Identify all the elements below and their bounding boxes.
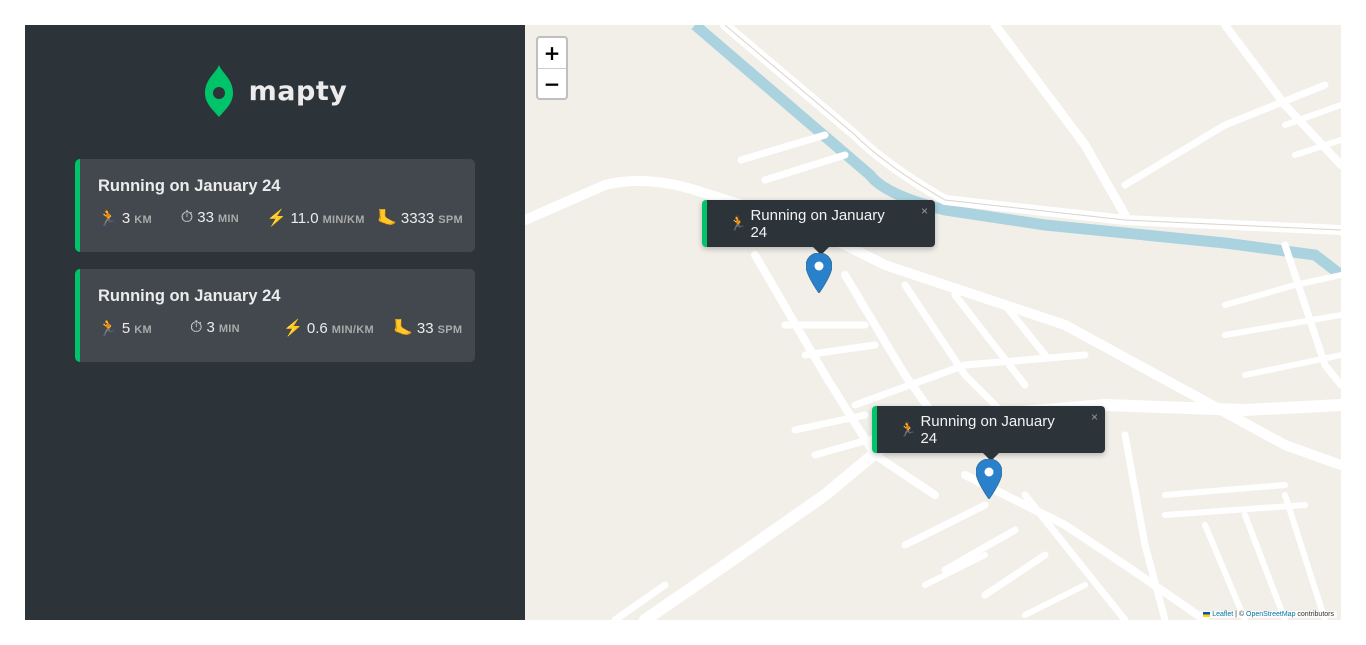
distance-value: 5 — [121, 320, 131, 337]
cadence-value: 3333 — [400, 210, 435, 227]
workout-cadence: 🦶 3333 SPM — [377, 208, 463, 228]
distance-value: 3 — [121, 210, 131, 227]
map-pin-logo-icon — [204, 65, 233, 117]
pace-value: 0.6 — [306, 320, 328, 337]
workout-title: Running on January 24 — [98, 177, 281, 195]
pace-unit: MIN/KM — [322, 214, 365, 226]
map-marker-icon[interactable] — [806, 253, 832, 293]
lightning-icon: ⚡ — [283, 320, 303, 337]
duration-unit: MIN — [217, 213, 240, 225]
attribution-separator: | © — [1233, 611, 1247, 618]
osm-link[interactable]: OpenStreetMap — [1246, 611, 1295, 618]
pace-unit: MIN/KM — [331, 324, 374, 336]
zoom-out-button[interactable]: − — [538, 68, 566, 98]
duration-value: 3 — [206, 319, 215, 336]
workout-pace: ⚡ 0.6 MIN/KM — [283, 318, 393, 338]
stopwatch-icon: ⏱ — [190, 319, 203, 336]
zoom-control: + − — [536, 36, 568, 100]
sidebar: mapty Running on January 24 🏃 3 KM ⏱ 33 … — [25, 25, 525, 620]
foot-icon: 🦶 — [376, 210, 397, 227]
leaflet-link[interactable]: Leaflet — [1212, 611, 1233, 618]
runner-icon: 🏃 — [899, 421, 917, 437]
app-container: mapty Running on January 24 🏃 3 KM ⏱ 33 … — [25, 25, 1341, 620]
runner-icon: 🏃 — [98, 210, 118, 227]
workout-distance: 🏃 3 KM — [98, 208, 181, 228]
runner-icon: 🏃 — [729, 215, 747, 231]
map-tiles[interactable] — [525, 25, 1341, 620]
distance-unit: KM — [134, 324, 152, 336]
foot-icon: 🦶 — [393, 320, 413, 337]
map-attribution: Leaflet | © OpenStreetMap contributors — [1200, 611, 1337, 618]
workout-card[interactable]: Running on January 24 🏃 3 KM ⏱ 33 MIN ⚡ … — [75, 159, 475, 252]
ukraine-flag-icon — [1203, 611, 1211, 617]
workout-card[interactable]: Running on January 24 🏃 5 KM ⏱ 3 MIN ⚡ 0… — [75, 269, 475, 362]
cadence-unit: SPM — [438, 214, 463, 226]
workout-distance: 🏃 5 KM — [98, 318, 190, 338]
distance-unit: KM — [134, 214, 152, 226]
duration-unit: MIN — [218, 323, 240, 335]
popup-close-button[interactable]: × — [921, 204, 928, 218]
logo-text: mapty — [248, 75, 348, 107]
map[interactable]: + − 🏃 Running on January 24 × 🏃 Running … — [525, 25, 1341, 620]
workout-cadence: 🦶 33 SPM — [393, 318, 462, 338]
cadence-value: 33 — [416, 320, 434, 337]
duration-value: 33 — [197, 209, 214, 226]
workout-popup[interactable]: 🏃 Running on January 24 × — [872, 406, 1105, 461]
logo: mapty — [75, 65, 475, 117]
map-marker-icon[interactable] — [976, 459, 1002, 499]
workout-popup[interactable]: 🏃 Running on January 24 × — [702, 200, 935, 255]
workout-pace: ⚡ 11.0 MIN/KM — [267, 208, 377, 228]
zoom-in-button[interactable]: + — [538, 38, 566, 68]
attribution-suffix: contributors — [1295, 611, 1334, 618]
popup-text: Running on January 24 — [750, 206, 885, 241]
workout-details: 🏃 3 KM ⏱ 33 MIN ⚡ 11.0 MIN/KM 🦶 3333 SPM — [98, 208, 463, 228]
runner-icon: 🏃 — [98, 320, 118, 337]
workout-details: 🏃 5 KM ⏱ 3 MIN ⚡ 0.6 MIN/KM 🦶 33 SPM — [98, 318, 463, 338]
workout-title: Running on January 24 — [98, 287, 281, 305]
workout-duration: ⏱ 33 MIN — [181, 209, 267, 227]
workout-duration: ⏱ 3 MIN — [190, 319, 283, 337]
cadence-unit: SPM — [437, 324, 463, 336]
lightning-icon: ⚡ — [266, 210, 287, 227]
popup-close-button[interactable]: × — [1091, 410, 1098, 424]
popup-text: Running on January 24 — [920, 412, 1055, 447]
stopwatch-icon: ⏱ — [180, 209, 194, 226]
pace-value: 11.0 — [290, 210, 319, 227]
